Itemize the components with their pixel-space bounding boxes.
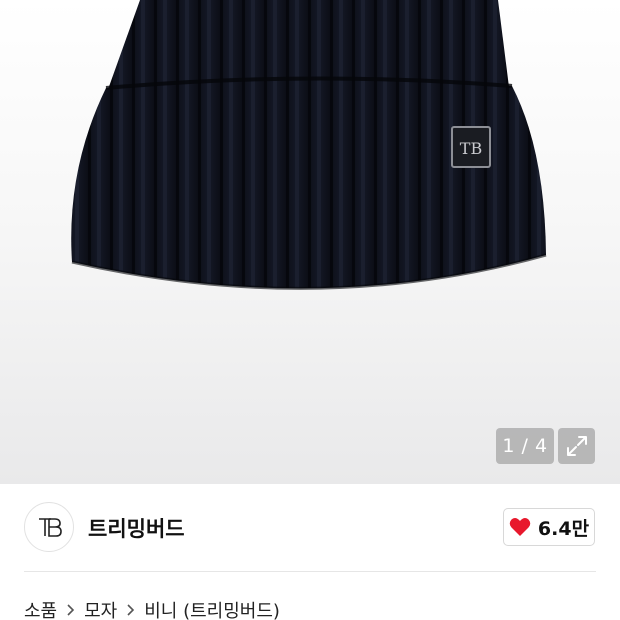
heart-icon bbox=[509, 518, 531, 536]
brand-row: 트리밍버드 6.4만 bbox=[0, 484, 620, 570]
svg-text:TB: TB bbox=[460, 139, 482, 158]
expand-arrows-icon bbox=[566, 436, 587, 456]
brand-logo[interactable] bbox=[24, 502, 74, 552]
product-image: TB bbox=[71, 0, 547, 290]
divider bbox=[24, 571, 596, 572]
expand-button[interactable] bbox=[558, 428, 595, 464]
breadcrumb-item-product-type[interactable]: 비니 (트리밍버드) bbox=[144, 597, 280, 620]
brand-monogram-icon bbox=[39, 518, 62, 537]
chevron-right-icon bbox=[126, 603, 135, 617]
product-image-gallery[interactable]: TB 1 / 4 bbox=[0, 0, 620, 484]
brand-name[interactable]: 트리밍버드 bbox=[88, 513, 185, 543]
brand-tag: TB bbox=[451, 126, 491, 168]
image-counter: 1 / 4 bbox=[496, 428, 554, 464]
like-count: 6.4만 bbox=[537, 517, 590, 540]
breadcrumb-item-subcategory[interactable]: 모자 bbox=[84, 597, 117, 620]
breadcrumb-item-category[interactable]: 소품 bbox=[24, 597, 57, 620]
breadcrumb: 소품 모자 비니 (트리밍버드) bbox=[24, 597, 280, 620]
like-button[interactable]: 6.4만 bbox=[503, 508, 595, 546]
chevron-right-icon bbox=[66, 603, 75, 617]
